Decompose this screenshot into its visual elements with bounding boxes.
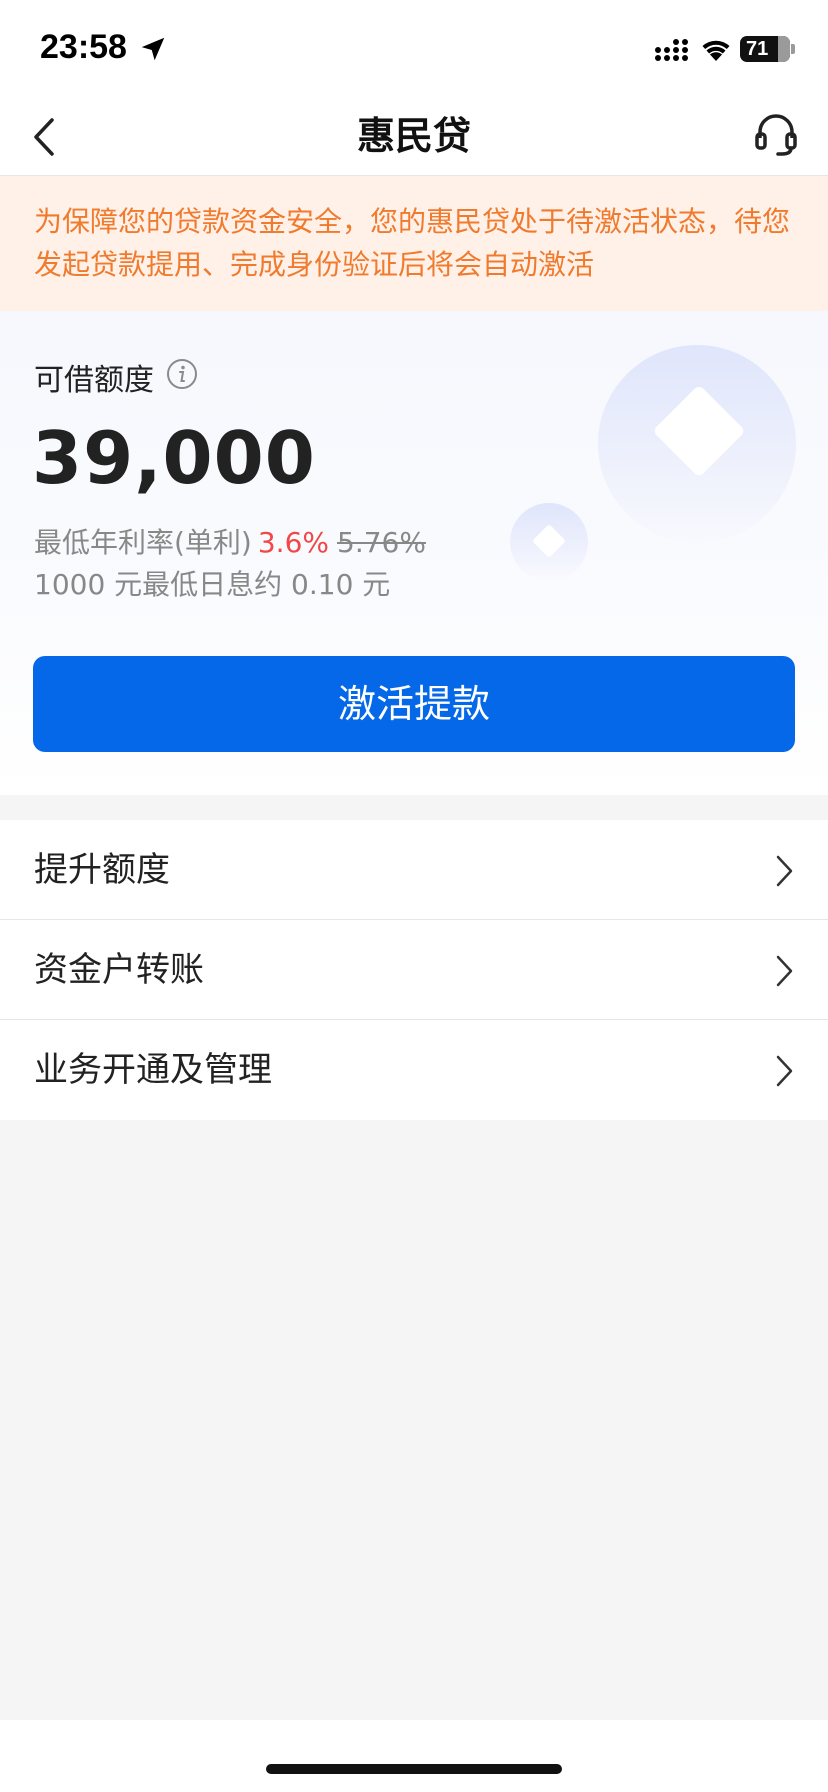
chevron-right-icon	[776, 955, 793, 987]
battery-level: 71	[746, 38, 769, 60]
menu-item-raise-limit[interactable]: 提升额度	[0, 820, 828, 920]
credit-limit-label: 可借额度	[34, 363, 154, 398]
rate-prefix: 最低年利率(单利)	[34, 526, 252, 559]
menu-item-label: 业务开通及管理	[34, 1050, 272, 1090]
credit-card: 可借额度 39,000 最低年利率(单利) 3.6% 5.76% 1000 元最低日…	[0, 311, 828, 795]
info-icon[interactable]	[166, 358, 198, 390]
rate-current: 3.6%	[257, 526, 329, 559]
bottom-safe-area	[0, 1720, 828, 1792]
home-indicator[interactable]	[266, 1764, 562, 1774]
menu-item-service-management[interactable]: 业务开通及管理	[0, 1020, 828, 1120]
battery-cap	[791, 44, 795, 54]
wifi-icon	[702, 40, 730, 61]
signal-icon	[655, 39, 688, 61]
location-arrow-icon	[141, 37, 165, 61]
daily-interest-text: 1000 元最低日息约 0.10 元	[34, 568, 391, 601]
activation-notice: 为保障您的贷款资金安全，您的惠民贷处于待激活状态，待您发起贷款提用、完成身份验证…	[0, 176, 828, 311]
status-time: 23:58	[40, 28, 127, 66]
menu-item-label: 资金户转账	[34, 950, 204, 990]
chevron-right-icon	[776, 1055, 793, 1087]
battery-icon: 71	[740, 36, 790, 62]
menu-item-label: 提升额度	[34, 850, 170, 890]
rate-line: 最低年利率(单利) 3.6% 5.76%	[34, 521, 426, 561]
menu-list: 提升额度 资金户转账 业务开通及管理	[0, 820, 828, 1120]
chevron-right-icon	[776, 855, 793, 887]
rate-original: 5.76%	[337, 526, 426, 559]
headset-icon[interactable]	[754, 112, 798, 158]
nav-bar: 惠民贷	[0, 100, 828, 176]
activate-withdraw-button[interactable]: 激活提款	[33, 656, 795, 752]
status-bar: 23:58 71	[0, 0, 828, 100]
menu-item-fund-transfer[interactable]: 资金户转账	[0, 920, 828, 1020]
credit-amount: 39,000	[32, 416, 316, 500]
page-title: 惠民贷	[356, 114, 471, 158]
